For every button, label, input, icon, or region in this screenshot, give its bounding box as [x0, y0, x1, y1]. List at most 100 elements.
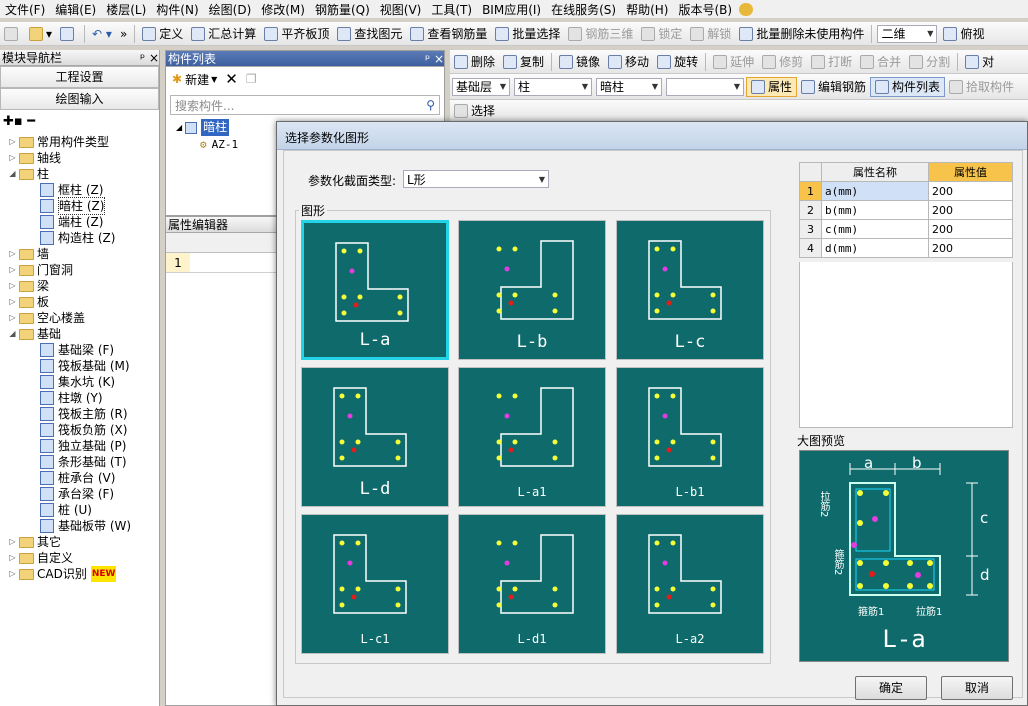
modify-button-4[interactable]: 旋转	[653, 52, 702, 72]
tree-item-az1[interactable]: AZ-1	[212, 136, 239, 153]
tree-item[interactable]: 集水坑 (K)	[0, 374, 159, 390]
cancel-button[interactable]: 取消	[941, 676, 1013, 700]
menu-item-10[interactable]: 在线服务(S)	[546, 1, 621, 18]
param-row[interactable]: 1 a(mm) 200	[799, 181, 1013, 201]
user-avatar-icon[interactable]	[739, 2, 754, 16]
toolbar-button-1[interactable]: 汇总计算	[187, 24, 260, 44]
pick-component-button[interactable]: 拾取构件	[945, 77, 1018, 97]
menu-item-11[interactable]: 帮助(H)	[621, 1, 673, 18]
shape-tile-l-a1[interactable]: L-a1	[458, 367, 606, 507]
menu-item-4[interactable]: 绘图(D)	[204, 1, 257, 18]
project-settings-button[interactable]: 工程设置	[0, 66, 159, 88]
tree-folder[interactable]: ▷ 空心楼盖	[0, 310, 159, 326]
modify-button-0[interactable]: 删除	[450, 52, 499, 72]
tree-item[interactable]: 基础梁 (F)	[0, 342, 159, 358]
select-button[interactable]: 选择	[450, 101, 499, 121]
view-dir-button[interactable]: 俯视	[939, 24, 988, 44]
menu-item-8[interactable]: 工具(T)	[426, 1, 477, 18]
drawing-input-button[interactable]: 绘图输入	[0, 88, 159, 110]
tree-folder[interactable]: ▷ 轴线	[0, 150, 159, 166]
more-icon[interactable]: »	[116, 24, 131, 44]
tree-item[interactable]: 筏板主筋 (R)	[0, 406, 159, 422]
expand-icon[interactable]: ▷	[8, 265, 17, 275]
view-mode-select[interactable]: 二维 ▼	[877, 24, 938, 43]
toolbar-button-2[interactable]: 平齐板顶	[260, 24, 333, 44]
component-list-button[interactable]: 构件列表	[870, 76, 946, 97]
save-icon[interactable]	[56, 24, 81, 44]
modify-button-8[interactable]: 合并	[856, 52, 905, 72]
undo-icon[interactable]: ↶ ▾	[88, 24, 116, 44]
expand-icon[interactable]: ▷	[8, 137, 17, 147]
pin-close-icon[interactable]: ᵖ ×	[140, 51, 159, 65]
tree-folder[interactable]: ▷ 其它	[0, 534, 159, 550]
modify-button-2[interactable]: 镜像	[555, 52, 604, 72]
param-row[interactable]: 2 b(mm) 200	[799, 200, 1013, 220]
toolbar-button-9[interactable]: 批量删除未使用构件	[735, 24, 868, 44]
param-value[interactable]: 200	[928, 200, 1013, 220]
tree-folder[interactable]: ◢ 基础	[0, 326, 159, 342]
param-value[interactable]: 200	[928, 219, 1013, 239]
ok-button[interactable]: 确定	[855, 676, 927, 700]
menu-item-5[interactable]: 修改(M)	[256, 1, 310, 18]
expand-icon[interactable]: ▷	[8, 249, 17, 259]
param-value[interactable]: 200	[928, 181, 1013, 201]
floor-select[interactable]: 基础层 ▼	[452, 77, 510, 96]
modify-button-3[interactable]: 移动	[604, 52, 653, 72]
tree-folder[interactable]: ▷ 自定义	[0, 550, 159, 566]
expand-icon[interactable]: ◢	[8, 329, 17, 339]
tree-folder[interactable]: ▷ 梁	[0, 278, 159, 294]
modify-button-5[interactable]: 延伸	[709, 52, 758, 72]
shape-tile-l-c[interactable]: L-c	[616, 220, 764, 360]
menu-item-1[interactable]: 编辑(E)	[50, 1, 101, 18]
expand-collapse-icons[interactable]: ✚▪ ━	[0, 110, 159, 132]
param-row[interactable]: 3 c(mm) 200	[799, 219, 1013, 239]
search-icon[interactable]: ⚲	[426, 98, 435, 112]
menu-item-9[interactable]: BIM应用(I)	[477, 1, 546, 18]
shape-tile-l-a[interactable]: L-a	[301, 220, 449, 360]
expand-icon[interactable]: ▷	[8, 569, 17, 579]
shape-tile-l-b[interactable]: L-b	[458, 220, 606, 360]
menu-item-2[interactable]: 楼层(L)	[101, 1, 151, 18]
tree-folder[interactable]: ▷ 常用构件类型	[0, 134, 159, 150]
expand-icon[interactable]: ▷	[8, 153, 17, 163]
expand-icon[interactable]: ▷	[8, 313, 17, 323]
tree-item[interactable]: 独立基础 (P)	[0, 438, 159, 454]
menu-item-3[interactable]: 构件(N)	[151, 1, 203, 18]
menu-item-12[interactable]: 版本号(B)	[673, 1, 737, 18]
tree-item[interactable]: 条形基础 (T)	[0, 454, 159, 470]
tree-root-dark-column[interactable]: 暗柱	[201, 119, 230, 136]
modify-button-1[interactable]: 复制	[499, 52, 548, 72]
tree-item[interactable]: 端柱 (Z)	[0, 214, 159, 230]
tree-folder[interactable]: ▷ 板	[0, 294, 159, 310]
tree-item[interactable]: 暗柱 (Z)	[0, 197, 159, 215]
copy-icon[interactable]: ❐	[246, 72, 257, 86]
tree-item[interactable]: 承台梁 (F)	[0, 486, 159, 502]
shape-tile-l-a2[interactable]: L-a2	[616, 514, 764, 654]
tree-item[interactable]: 柱墩 (Y)	[0, 390, 159, 406]
category-select[interactable]: 柱 ▼	[514, 77, 592, 96]
toolbar-button-6[interactable]: 钢筋三维	[564, 24, 637, 44]
tree-item[interactable]: 筏板负筋 (X)	[0, 422, 159, 438]
toolbar-button-7[interactable]: 锁定	[637, 24, 686, 44]
edit-rebar-button[interactable]: 编辑钢筋	[797, 77, 870, 97]
component-search-input[interactable]: 搜索构件... ⚲	[170, 95, 440, 115]
tree-item[interactable]: 框柱 (Z)	[0, 182, 159, 198]
tree-item[interactable]: 筏板基础 (M)	[0, 358, 159, 374]
type-select[interactable]: 暗柱 ▼	[596, 77, 662, 96]
new-file-icon[interactable]	[0, 24, 25, 44]
menu-item-6[interactable]: 钢筋量(Q)	[310, 1, 375, 18]
shape-tile-l-d[interactable]: L-d	[301, 367, 449, 507]
shape-tile-l-b1[interactable]: L-b1	[616, 367, 764, 507]
new-component-button[interactable]: ✱ 新建 ▼	[172, 71, 217, 88]
open-file-icon[interactable]: ▾	[25, 24, 56, 44]
tree-folder[interactable]: ◢ 柱	[0, 166, 159, 182]
modify-button-9[interactable]: 分割	[905, 52, 954, 72]
toolbar-button-4[interactable]: 查看钢筋量	[406, 24, 491, 44]
toolbar-button-8[interactable]: 解锁	[686, 24, 735, 44]
toolbar-button-0[interactable]: 定义	[138, 24, 187, 44]
tree-folder[interactable]: ▷ CAD识别 NEW	[0, 566, 159, 582]
tree-item[interactable]: 桩 (U)	[0, 502, 159, 518]
param-value[interactable]: 200	[928, 238, 1013, 258]
section-type-select[interactable]: L形 ▼	[403, 170, 549, 188]
menu-item-7[interactable]: 视图(V)	[375, 1, 427, 18]
